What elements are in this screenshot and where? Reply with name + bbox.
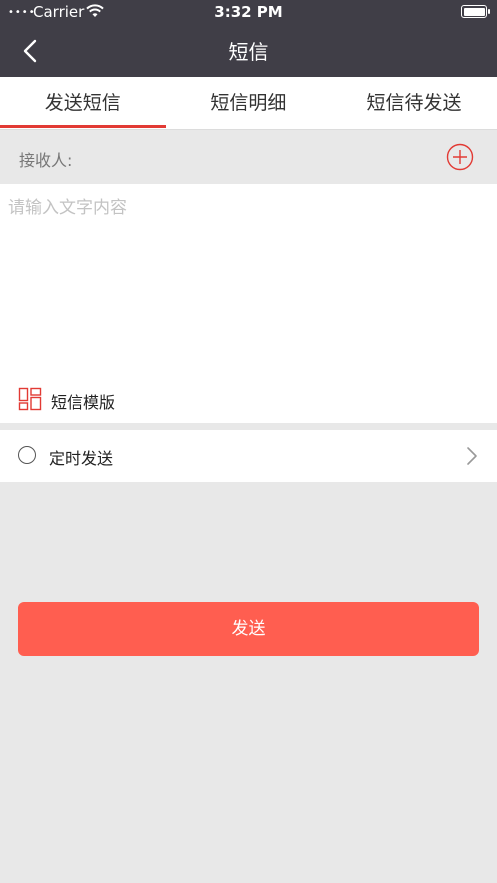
chevron-right-icon [467,447,477,465]
page-title: 短信 [228,40,269,64]
message-input[interactable] [0,184,497,369]
template-icon [18,387,42,411]
tab-bar: 发送短信 短信明细 短信待发送 [0,77,497,130]
recipient-label: 接收人: [19,151,73,170]
clock: 3:32 PM [214,3,283,21]
recipient-row: 接收人: [0,130,497,184]
scheduled-send-row[interactable]: 定时发送 [0,430,497,482]
scheduled-send-radio[interactable] [18,446,36,464]
tab-sms-details[interactable]: 短信明细 [166,77,332,129]
active-tab-indicator [0,125,166,128]
tab-sms-pending[interactable]: 短信待发送 [331,77,497,129]
tab-send-sms[interactable]: 发送短信 [0,77,166,129]
status-bar: •••• Carrier 3:32 PM [0,0,497,24]
battery-icon [461,5,490,18]
add-recipient-button[interactable] [446,143,474,171]
send-button[interactable]: 发送 [18,602,479,656]
scheduled-send-label: 定时发送 [49,449,114,468]
message-compose-area: 短信模版 [0,184,497,423]
template-label: 短信模版 [51,393,116,412]
navigation-header: •••• Carrier 3:32 PM 短信 [0,0,497,77]
